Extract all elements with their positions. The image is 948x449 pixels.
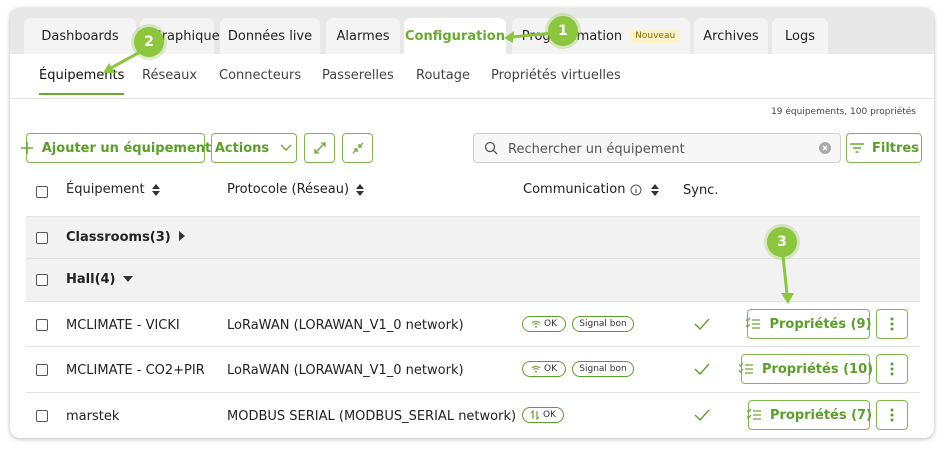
arrow-1 [511,31,554,39]
annotation-marker-2: 2 [134,27,164,57]
annotation-marker-1: 1 [548,16,578,46]
annotation-arrows [103,31,794,304]
arrow-3 [781,255,789,295]
arrow-1-head [504,31,514,43]
arrow-3-head [781,293,794,304]
arrow-2 [110,50,141,70]
annotation-marker-3: 3 [767,227,797,257]
